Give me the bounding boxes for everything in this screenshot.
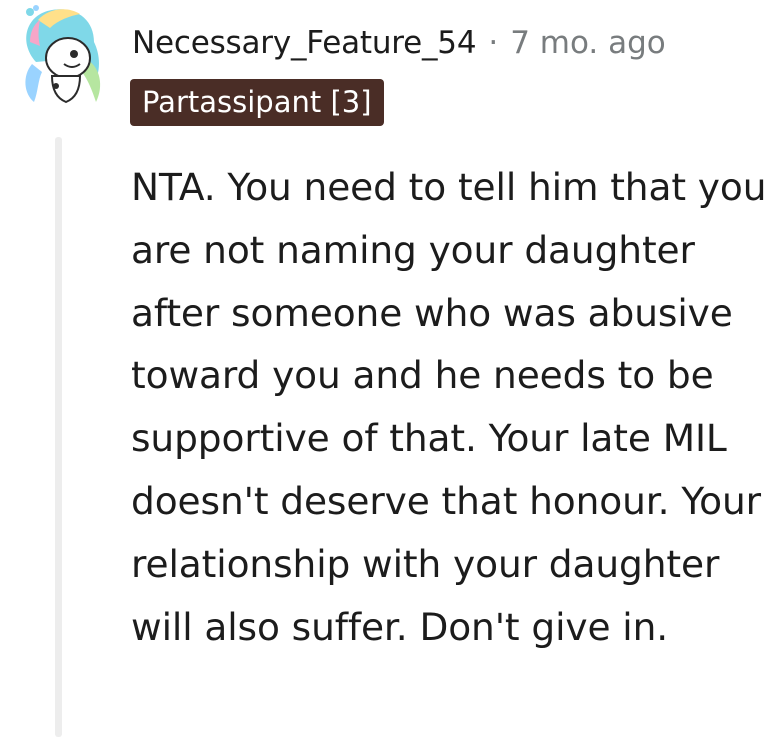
timestamp[interactable]: 7 mo. ago <box>510 25 666 61</box>
user-flair: Partassipant [3] <box>130 79 384 126</box>
username[interactable]: Necessary_Feature_54 <box>132 25 477 61</box>
avatar[interactable] <box>8 2 110 114</box>
comment: Necessary_Feature_54 · 7 mo. ago Partass… <box>0 0 778 737</box>
thread-line[interactable] <box>55 137 62 737</box>
snoo-avatar-icon <box>25 5 101 104</box>
separator-dot: · <box>488 25 499 61</box>
comment-header: Necessary_Feature_54 · 7 mo. ago <box>132 20 666 66</box>
comment-body: NTA. You need to tell him that you are n… <box>131 165 767 649</box>
